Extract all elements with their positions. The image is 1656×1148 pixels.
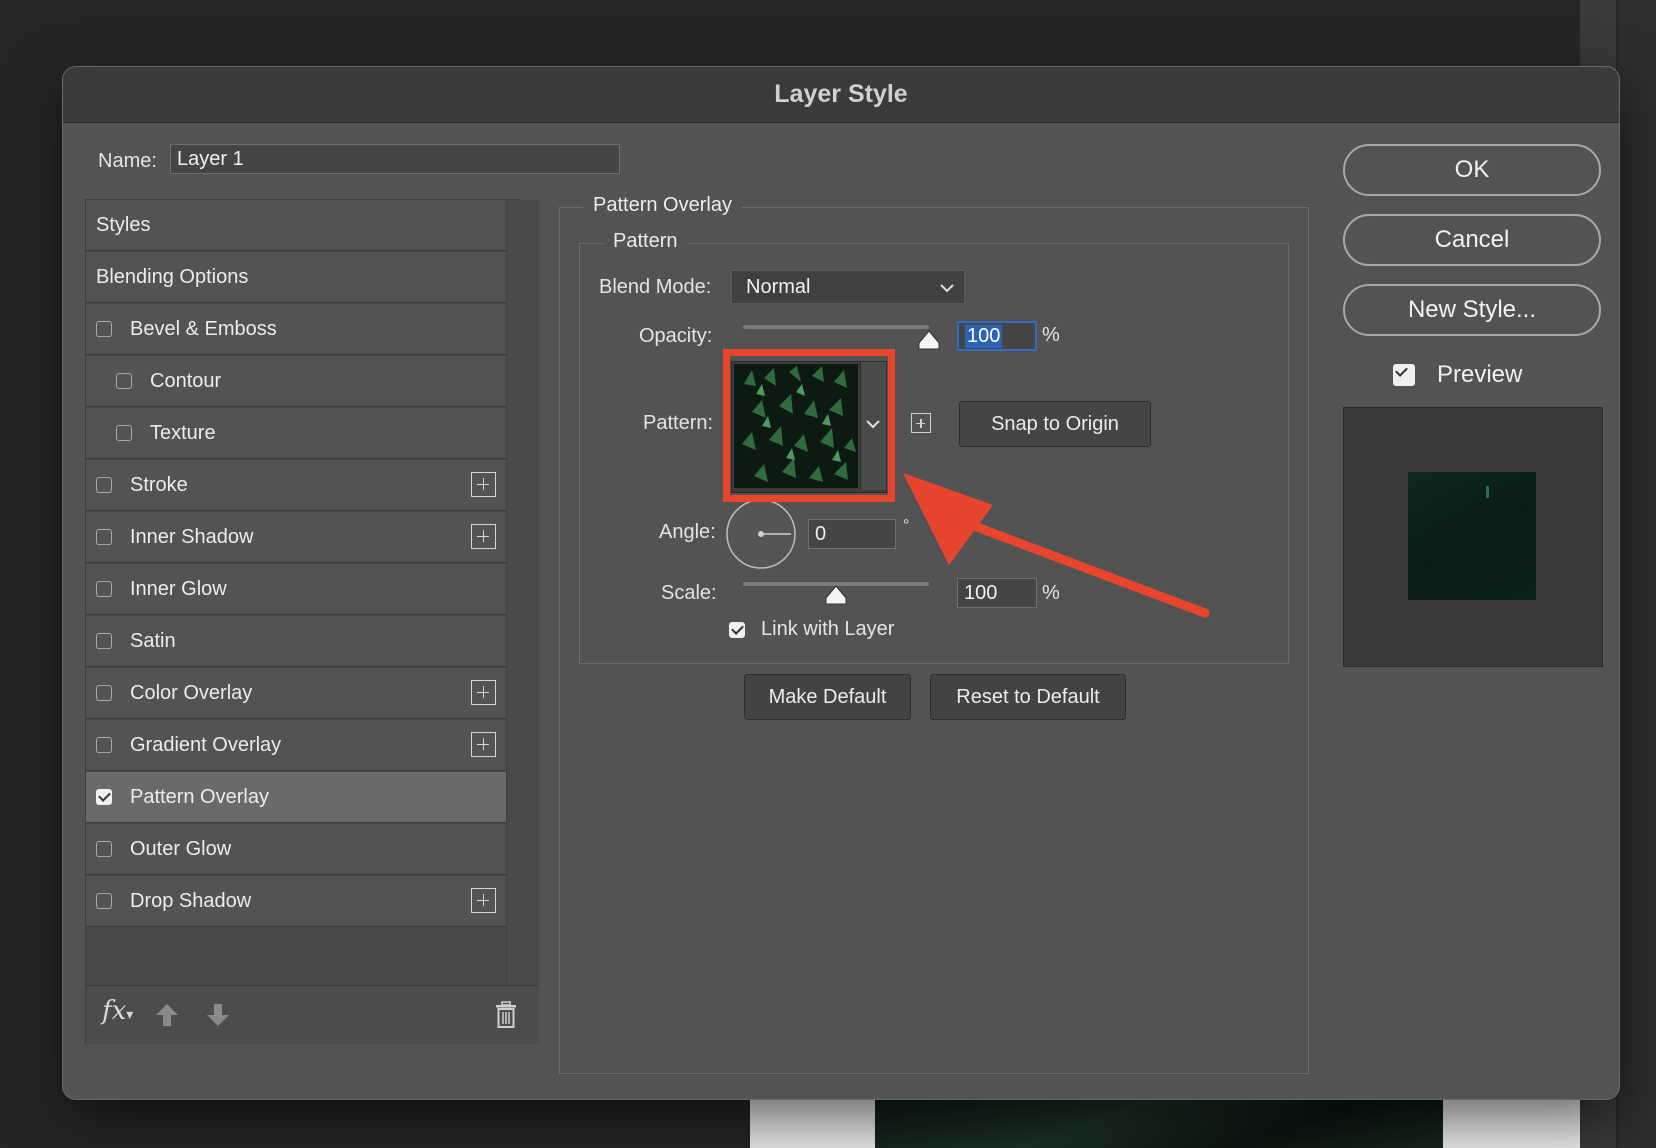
- style-list-scrollbar[interactable]: [506, 200, 539, 1043]
- angle-dial-icon[interactable]: [725, 498, 797, 570]
- bevel-emboss-checkbox[interactable]: [96, 321, 112, 337]
- style-item-color-overlay[interactable]: Color Overlay: [86, 668, 506, 719]
- preview-label: Preview: [1437, 361, 1523, 388]
- new-style-button[interactable]: New Style...: [1343, 284, 1601, 336]
- style-item-label: Gradient Overlay: [130, 733, 282, 756]
- style-item-label: Outer Glow: [130, 837, 232, 860]
- stroke-checkbox[interactable]: [96, 477, 112, 493]
- reset-to-default-button[interactable]: Reset to Default: [930, 674, 1126, 720]
- color-overlay-checkbox[interactable]: [96, 685, 112, 701]
- style-list: Styles Blending Options Bevel & Emboss Cont…: [85, 199, 539, 1044]
- move-down-icon[interactable]: [205, 1002, 231, 1028]
- name-label: Name:: [98, 150, 157, 172]
- style-item-blending-options[interactable]: Blending Options: [86, 252, 506, 303]
- opacity-input[interactable]: 100: [957, 321, 1037, 351]
- dialog-title: Layer Style: [63, 67, 1619, 123]
- style-item-stroke[interactable]: Stroke: [86, 460, 506, 511]
- inner-glow-checkbox[interactable]: [96, 581, 112, 597]
- style-item-gradient-overlay[interactable]: Gradient Overlay: [86, 720, 506, 771]
- opacity-slider-thumb[interactable]: [917, 329, 941, 351]
- style-item-inner-shadow[interactable]: Inner Shadow: [86, 512, 506, 563]
- style-item-label: Drop Shadow: [130, 889, 252, 912]
- chevron-down-icon: [940, 284, 954, 293]
- style-item-label: Styles: [96, 213, 151, 236]
- background-canvas-image: [875, 1100, 1443, 1148]
- style-item-pattern-overlay[interactable]: Pattern Overlay: [86, 772, 506, 823]
- trash-icon[interactable]: [494, 1001, 518, 1029]
- blend-mode-label: Blend Mode:: [599, 276, 712, 298]
- move-up-icon[interactable]: [154, 1002, 180, 1028]
- style-item-bevel-emboss[interactable]: Bevel & Emboss: [86, 304, 506, 355]
- pattern-label: Pattern:: [643, 412, 714, 434]
- scale-label: Scale:: [661, 582, 717, 604]
- style-item-texture[interactable]: Texture: [86, 408, 506, 459]
- pattern-subgroup-title: Pattern: [603, 230, 688, 253]
- blend-mode-value: Normal: [746, 275, 811, 298]
- style-item-label: Contour: [150, 369, 222, 392]
- style-list-footer: fx▾: [86, 985, 538, 1044]
- link-with-layer-label: Link with Layer: [761, 618, 895, 640]
- style-item-label: Satin: [130, 629, 176, 652]
- gradient-overlay-checkbox[interactable]: [96, 737, 112, 753]
- pattern-overlay-title: Pattern Overlay: [583, 194, 742, 217]
- texture-checkbox[interactable]: [116, 425, 132, 441]
- opacity-label: Opacity:: [639, 325, 713, 347]
- style-item-outer-glow[interactable]: Outer Glow: [86, 824, 506, 875]
- style-item-label: Pattern Overlay: [130, 785, 269, 808]
- style-item-contour[interactable]: Contour: [86, 356, 506, 407]
- style-item-label: Inner Glow: [130, 577, 227, 600]
- cancel-button[interactable]: Cancel: [1343, 214, 1601, 266]
- style-item-label: Blending Options: [96, 265, 249, 288]
- style-item-drop-shadow[interactable]: Drop Shadow: [86, 876, 506, 927]
- style-item-satin[interactable]: Satin: [86, 616, 506, 667]
- name-input[interactable]: Layer 1: [170, 144, 620, 174]
- contour-checkbox[interactable]: [116, 373, 132, 389]
- background-panel-edge: [1618, 0, 1656, 1148]
- make-default-button[interactable]: Make Default: [744, 674, 911, 720]
- create-preset-icon[interactable]: [911, 413, 931, 433]
- drop-shadow-checkbox[interactable]: [96, 893, 112, 909]
- link-with-layer-checkbox[interactable]: Link with Layer: [729, 618, 894, 641]
- opacity-value: 100: [965, 324, 1003, 348]
- add-color-overlay-icon[interactable]: [471, 680, 496, 705]
- opacity-slider[interactable]: [743, 325, 940, 350]
- style-item-label: Color Overlay: [130, 681, 253, 704]
- add-drop-shadow-icon[interactable]: [471, 888, 496, 913]
- pattern-overlay-checkbox[interactable]: [96, 789, 112, 805]
- style-preview-swatch: [1408, 472, 1536, 600]
- ok-button[interactable]: OK: [1343, 144, 1601, 196]
- add-gradient-overlay-icon[interactable]: [471, 732, 496, 757]
- scale-slider-thumb[interactable]: [824, 584, 848, 606]
- inner-shadow-checkbox[interactable]: [96, 529, 112, 545]
- style-item-label: Inner Shadow: [130, 525, 254, 548]
- blend-mode-dropdown[interactable]: Normal: [731, 270, 965, 304]
- style-item-label: Bevel & Emboss: [130, 317, 277, 340]
- style-item-label: Stroke: [130, 473, 188, 496]
- add-stroke-icon[interactable]: [471, 472, 496, 497]
- name-input-value: Layer 1: [177, 147, 244, 170]
- fx-icon[interactable]: fx▾: [102, 996, 133, 1026]
- link-with-layer-check-icon: [729, 621, 745, 638]
- add-inner-shadow-icon[interactable]: [471, 524, 496, 549]
- layer-style-dialog: Layer Style Name: Layer 1 Styles Blending…: [62, 66, 1620, 1100]
- opacity-unit: %: [1042, 324, 1060, 346]
- annotation-arrow-icon: [903, 473, 1210, 618]
- style-item-inner-glow[interactable]: Inner Glow: [86, 564, 506, 615]
- preview-checkbox[interactable]: Preview: [1393, 361, 1522, 389]
- preview-check-icon: [1393, 364, 1415, 386]
- annotation-highlight-box: [723, 349, 895, 502]
- satin-checkbox[interactable]: [96, 633, 112, 649]
- outer-glow-checkbox[interactable]: [96, 841, 112, 857]
- opacity-slider-track: [743, 325, 929, 329]
- style-preview: [1343, 407, 1603, 667]
- style-item-styles[interactable]: Styles: [86, 200, 506, 251]
- angle-label: Angle:: [659, 521, 716, 543]
- angle-value: 0: [815, 522, 827, 545]
- style-item-label: Texture: [150, 421, 216, 444]
